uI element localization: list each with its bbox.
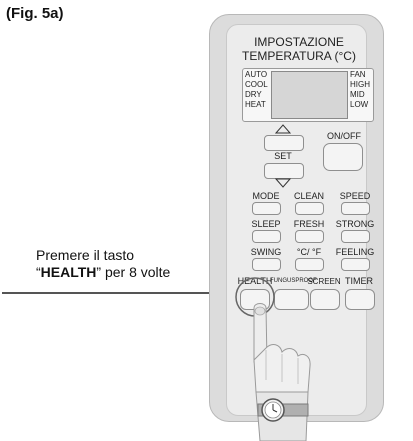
set-button-top[interactable] bbox=[264, 135, 304, 151]
sleep-label: SLEEP bbox=[251, 219, 281, 229]
temperature-up-arrow-icon[interactable] bbox=[275, 124, 291, 134]
set-label: SET bbox=[274, 151, 292, 161]
temp-unit-button[interactable] bbox=[295, 258, 324, 271]
onoff-label: ON/OFF bbox=[327, 131, 361, 141]
remote-title-line-2: TEMPERATURA (°C) bbox=[242, 49, 356, 63]
lcd-mode-dry: DRY bbox=[245, 90, 262, 99]
timer-label: TIMER bbox=[345, 276, 373, 286]
swing-label: SWING bbox=[250, 247, 282, 257]
sleep-button[interactable] bbox=[252, 230, 281, 243]
health-key-name: HEALTH bbox=[40, 264, 97, 280]
feeling-button[interactable] bbox=[341, 258, 370, 271]
fresh-button[interactable] bbox=[295, 230, 324, 243]
lcd-mode-auto: AUTO bbox=[245, 70, 268, 79]
lcd-mode-heat: HEAT bbox=[245, 100, 266, 109]
fresh-label: FRESH bbox=[293, 219, 325, 229]
lcd-mode-cool: COOL bbox=[245, 80, 268, 89]
pressing-hand-icon bbox=[253, 303, 311, 441]
clean-label: CLEAN bbox=[293, 191, 324, 201]
onoff-button[interactable] bbox=[323, 143, 363, 171]
temperature-down-arrow-icon[interactable] bbox=[275, 178, 291, 188]
pointer-line bbox=[2, 292, 238, 294]
speed-label: SPEED bbox=[339, 191, 371, 201]
temp-unit-label: °C/ °F bbox=[296, 247, 322, 257]
lcd-fan: FAN bbox=[350, 70, 366, 79]
set-button-bottom[interactable] bbox=[264, 163, 304, 179]
feeling-label: FEELING bbox=[335, 247, 375, 257]
instruction-line-2-rest: ” per 8 volte bbox=[96, 264, 171, 280]
instruction-text: Premere il tasto “HEALTH” per 8 volte bbox=[36, 247, 236, 281]
figure-label: (Fig. 5a) bbox=[6, 5, 64, 22]
strong-label: STRONG bbox=[335, 219, 375, 229]
instruction-line-2: “HEALTH” per 8 volte bbox=[36, 264, 236, 281]
speed-button[interactable] bbox=[341, 202, 370, 215]
fungusproof-label: FUNGUSPROOF bbox=[270, 278, 317, 284]
lcd-fan-mid: MID bbox=[350, 90, 365, 99]
lcd-fan-low: LOW bbox=[350, 100, 369, 109]
clean-button[interactable] bbox=[295, 202, 324, 215]
lcd-fan-high: HIGH bbox=[350, 80, 370, 89]
lcd-screen bbox=[271, 71, 348, 119]
swing-button[interactable] bbox=[252, 258, 281, 271]
remote-title-line-1: IMPOSTAZIONE bbox=[254, 35, 344, 49]
mode-button[interactable] bbox=[252, 202, 281, 215]
mode-label: MODE bbox=[252, 191, 280, 201]
timer-button[interactable] bbox=[345, 289, 375, 310]
screen-label: SCREEN bbox=[307, 277, 341, 286]
strong-button[interactable] bbox=[341, 230, 370, 243]
instruction-line-1: Premere il tasto bbox=[36, 247, 135, 263]
